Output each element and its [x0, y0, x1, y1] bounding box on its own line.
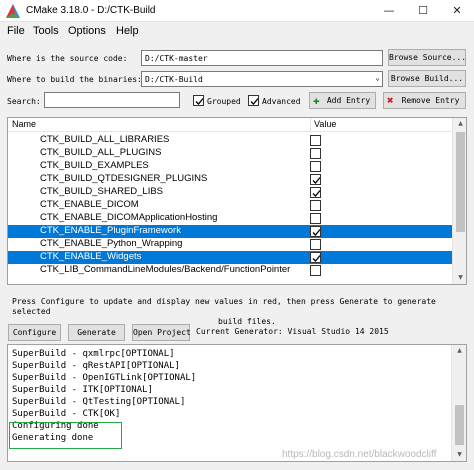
remove-entry-label: Remove Entry	[401, 96, 460, 105]
table-vertical-scrollbar[interactable]: ▲ ▼	[452, 118, 466, 284]
search-label: Search:	[7, 97, 41, 106]
scroll-thumb[interactable]	[455, 405, 464, 445]
generate-button[interactable]: Generate	[68, 324, 125, 341]
table-row[interactable]: CTK_BUILD_ALL_PLUGINS	[8, 147, 452, 160]
variable-name: CTK_BUILD_ALL_LIBRARIES	[40, 134, 170, 145]
table-row[interactable]: CTK_ENABLE_Widgets	[8, 251, 452, 264]
output-line: SuperBuild - ITK[OPTIONAL]	[12, 385, 153, 395]
output-line: SuperBuild - OpenIGTLink[OPTIONAL]	[12, 373, 197, 383]
table-row[interactable]: CTK_ENABLE_Python_Wrapping	[8, 238, 452, 251]
grouped-label: Grouped	[207, 97, 241, 106]
table-row[interactable]: CTK_BUILD_SHARED_LIBS	[8, 186, 452, 199]
check-icon	[312, 229, 321, 236]
title-bar: CMake 3.18.0 - D:/CTK-Build — ☐ ✕	[0, 0, 474, 22]
close-button[interactable]: ✕	[440, 0, 474, 22]
browse-build-button[interactable]: Browse Build...	[388, 70, 466, 87]
output-line: SuperBuild - QtTesting[OPTIONAL]	[12, 397, 186, 407]
status-line-1: Press Configure to update and display ne…	[12, 297, 436, 316]
grouped-checkbox[interactable]	[193, 95, 204, 106]
build-path-combobox[interactable]: D:/CTK-Build ⌄	[141, 71, 383, 87]
table-row[interactable]: CTK_BUILD_QTDESIGNER_PLUGINS	[8, 173, 452, 186]
add-entry-label: Add Entry	[326, 96, 371, 105]
build-label: Where to build the binaries:	[7, 75, 142, 84]
advanced-checkbox[interactable]	[248, 95, 259, 106]
check-icon	[312, 255, 321, 262]
status-message: Press Configure to update and display ne…	[12, 297, 467, 327]
cmake-logo-icon	[6, 4, 20, 18]
scroll-up-icon[interactable]: ▲	[452, 345, 466, 357]
output-vertical-scrollbar[interactable]: ▲ ▼	[451, 345, 466, 461]
variable-name: CTK_ENABLE_Widgets	[40, 251, 142, 262]
value-checkbox[interactable]	[310, 252, 321, 263]
window-title: CMake 3.18.0 - D:/CTK-Build	[26, 5, 156, 16]
menu-file[interactable]: File	[7, 25, 25, 37]
table-row[interactable]: CTK_LIB_CommandLineModules/Backend/Funct…	[8, 264, 452, 277]
search-input[interactable]	[44, 92, 180, 108]
check-icon	[312, 190, 321, 197]
table-row[interactable]: CTK_BUILD_ALL_LIBRARIES	[8, 134, 452, 147]
plus-icon: ✚	[313, 94, 320, 107]
menu-help[interactable]: Help	[116, 25, 139, 37]
advanced-label: Advanced	[262, 97, 301, 106]
value-checkbox[interactable]	[310, 135, 321, 146]
scroll-down-icon[interactable]: ▼	[452, 449, 466, 461]
output-line: SuperBuild - qxmlrpc[OPTIONAL]	[12, 349, 175, 359]
value-checkbox[interactable]	[310, 187, 321, 198]
build-path-value: D:/CTK-Build	[145, 75, 203, 84]
variable-name: CTK_ENABLE_DICOM	[40, 199, 139, 210]
check-icon	[195, 98, 204, 105]
scroll-down-icon[interactable]: ▼	[453, 272, 466, 284]
table-row[interactable]: CTK_ENABLE_PluginFramework	[8, 225, 452, 238]
add-entry-button[interactable]: ✚ Add Entry	[309, 92, 376, 109]
menu-options[interactable]: Options	[68, 25, 106, 37]
variable-name: CTK_ENABLE_DICOMApplicationHosting	[40, 212, 218, 223]
value-checkbox[interactable]	[310, 174, 321, 185]
value-checkbox[interactable]	[310, 239, 321, 250]
table-row[interactable]: CTK_BUILD_EXAMPLES	[8, 160, 452, 173]
variable-name: CTK_BUILD_ALL_PLUGINS	[40, 147, 162, 158]
highlight-box	[9, 422, 122, 449]
value-checkbox[interactable]	[310, 148, 321, 159]
menu-tools[interactable]: Tools	[33, 25, 59, 37]
column-header-name[interactable]: Name	[12, 119, 36, 129]
value-checkbox[interactable]	[310, 265, 321, 276]
minimize-button[interactable]: —	[372, 0, 406, 22]
output-line: SuperBuild - qRestAPI[OPTIONAL]	[12, 361, 180, 371]
configure-button[interactable]: Configure	[8, 324, 61, 341]
table-row[interactable]: CTK_ENABLE_DICOM	[8, 199, 452, 212]
maximize-button[interactable]: ☐	[406, 0, 440, 22]
remove-entry-button[interactable]: ✖ Remove Entry	[383, 92, 466, 109]
watermark: https://blog.csdn.net/blackwoodcliff	[282, 449, 437, 460]
value-checkbox[interactable]	[310, 213, 321, 224]
check-icon	[312, 177, 321, 184]
chevron-down-icon[interactable]: ⌄	[375, 73, 380, 82]
source-label: Where is the source code:	[7, 54, 128, 63]
variable-name: CTK_ENABLE_Python_Wrapping	[40, 238, 183, 249]
output-line: SuperBuild - CTK[OK]	[12, 409, 121, 419]
scroll-up-icon[interactable]: ▲	[453, 118, 466, 130]
value-checkbox[interactable]	[310, 226, 321, 237]
cache-variables-table[interactable]: Name Value CTK_BUILD_ALL_LIBRARIES CTK_BU…	[7, 117, 467, 285]
variable-name: CTK_LIB_CommandLineModules/Backend/Funct…	[40, 264, 291, 275]
variable-name: CTK_BUILD_EXAMPLES	[40, 160, 149, 171]
scroll-thumb[interactable]	[456, 132, 465, 232]
table-row[interactable]: CTK_ENABLE_DICOMApplicationHosting	[8, 212, 452, 225]
check-icon	[250, 98, 259, 105]
current-generator-label: Current Generator: Visual Studio 14 2015	[196, 327, 389, 336]
source-path-input[interactable]: D:/CTK-master	[141, 50, 383, 66]
variable-name: CTK_BUILD_QTDESIGNER_PLUGINS	[40, 173, 208, 184]
variable-name: CTK_BUILD_SHARED_LIBS	[40, 186, 164, 197]
value-checkbox[interactable]	[310, 200, 321, 211]
menu-bar: File Tools Options Help	[0, 22, 474, 42]
variable-name: CTK_ENABLE_PluginFramework	[40, 225, 181, 236]
table-header: Name Value	[8, 118, 452, 132]
open-project-button[interactable]: Open Project	[132, 324, 191, 341]
browse-source-button[interactable]: Browse Source...	[388, 49, 466, 66]
column-divider[interactable]	[310, 118, 311, 132]
remove-icon: ✖	[387, 94, 394, 107]
output-log[interactable]: SuperBuild - qxmlrpc[OPTIONAL] SuperBuild…	[7, 344, 467, 462]
value-checkbox[interactable]	[310, 161, 321, 172]
column-header-value[interactable]: Value	[314, 119, 336, 129]
